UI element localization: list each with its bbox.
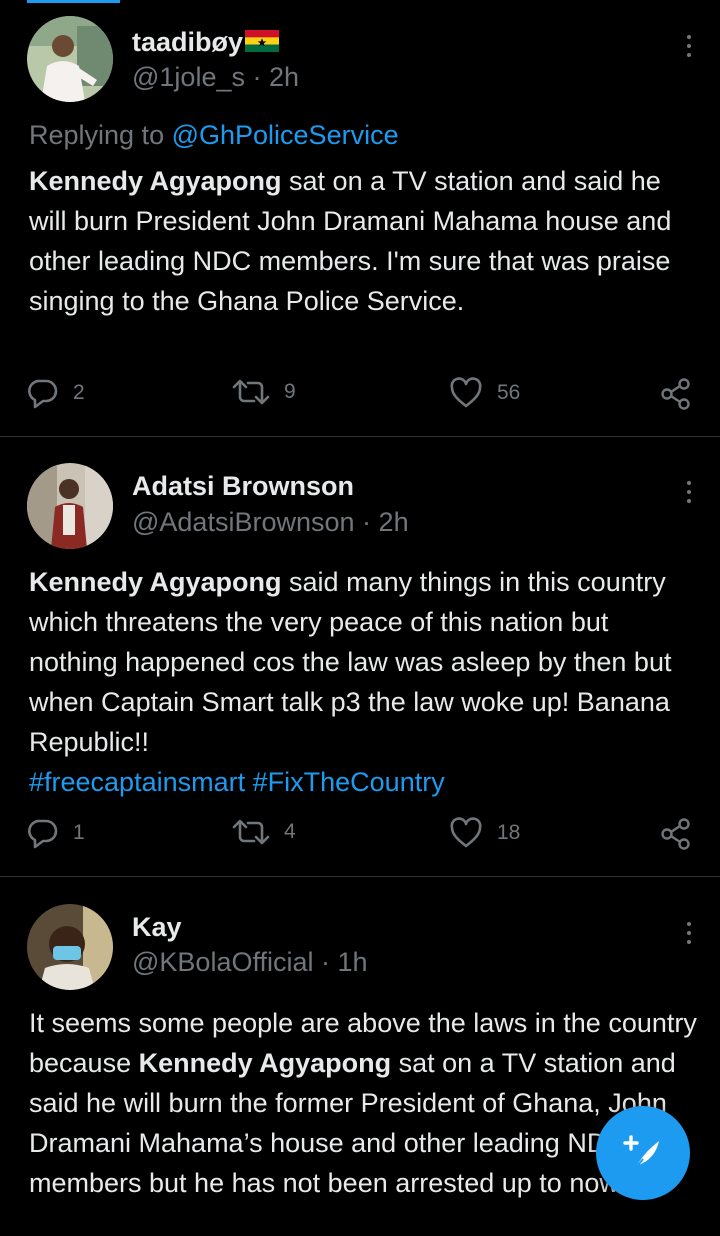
avatar[interactable] [27,904,113,990]
tweet-actions: 1 4 18 [0,817,720,857]
like-button[interactable]: 18 [449,817,520,849]
share-icon [661,818,690,850]
share-button[interactable] [660,817,706,851]
reply-button[interactable]: 2 [27,377,85,409]
avatar[interactable] [27,463,113,549]
tweet[interactable]: Adatsi Brownson @AdatsiBrownson · 2h Ken… [0,436,720,877]
retweet-button[interactable]: 9 [232,377,296,407]
tweet-text: Kennedy Agyapong said many things in thi… [29,567,672,797]
handle-and-time: @1jole_s · 2h [132,62,300,92]
ghana-flag-icon [245,29,280,52]
mention-link[interactable]: @GhPoliceService [172,120,399,150]
display-name[interactable]: taadibøy [132,27,280,58]
timestamp[interactable]: 2h [269,62,299,92]
reply-context: Replying to @GhPoliceService [29,120,399,150]
display-name[interactable]: Adatsi Brownson [132,471,354,502]
retweet-button[interactable]: 4 [232,817,296,847]
timestamp[interactable]: 2h [379,507,409,537]
share-button[interactable] [660,377,706,411]
tweet[interactable]: taadibøy @1jole_s · 2h Replying to @GhPo… [0,0,720,437]
more-icon[interactable] [685,35,693,62]
reply-icon [28,379,58,409]
avatar[interactable] [27,16,113,102]
tweet-actions: 2 9 56 [0,377,720,417]
retweet-icon [232,819,270,845]
handle-and-time: @AdatsiBrownson · 2h [132,507,409,537]
user-handle[interactable]: @AdatsiBrownson [132,507,355,537]
tweet-text: It seems some people are above the laws … [29,1008,697,1198]
more-icon[interactable] [685,481,693,508]
timestamp[interactable]: 1h [338,947,368,977]
like-icon [450,377,482,408]
reply-icon [28,819,58,849]
tweet-text: Kennedy Agyapong sat on a TV station and… [29,166,672,316]
user-handle[interactable]: @1jole_s [132,62,245,92]
like-button[interactable]: 56 [449,377,520,409]
compose-icon [623,1135,659,1170]
like-icon [450,817,482,848]
more-icon[interactable] [685,922,693,949]
compose-tweet-button[interactable] [596,1106,690,1200]
user-handle[interactable]: @KBolaOfficial [132,947,314,977]
handle-and-time: @KBolaOfficial · 1h [132,947,368,977]
display-name[interactable]: Kay [132,912,182,943]
share-icon [661,378,690,410]
hashtag-link[interactable]: #freecaptainsmart [29,767,245,797]
hashtag-link[interactable]: #FixTheCountry [253,767,445,797]
reply-button[interactable]: 1 [27,817,85,849]
retweet-icon [232,379,270,405]
